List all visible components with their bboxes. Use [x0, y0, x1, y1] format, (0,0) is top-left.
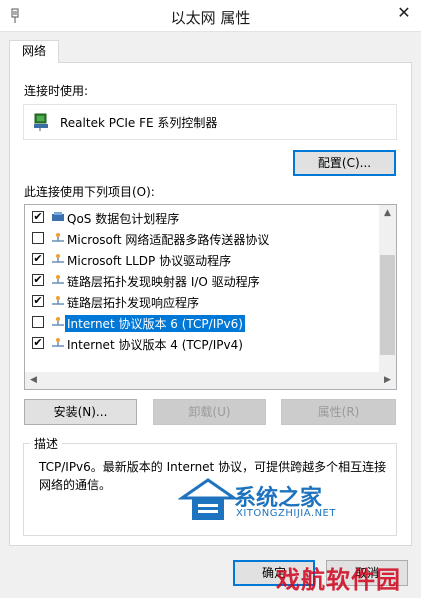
checkbox[interactable]: ✔ — [32, 295, 44, 307]
qos-icon — [52, 212, 64, 221]
checkbox[interactable]: ✔ — [32, 211, 44, 223]
title-bar: 以太网 属性 ✕ — [0, 0, 421, 32]
item-label: 链路层拓扑发现映射器 I/O 驱动程序 — [67, 275, 260, 289]
scroll-thumb[interactable] — [380, 255, 395, 355]
items-list[interactable]: ✔ QoS 数据包计划程序 Microsoft 网络适配器多路传送器协议 ✔ M… — [24, 204, 397, 390]
description-text: TCP/IPv6。最新版本的 Internet 协议，可提供跨越多个相互连接网络… — [39, 460, 387, 492]
checkbox[interactable]: ✔ — [32, 253, 44, 265]
item-label: Internet 协议版本 6 (TCP/IPv6) — [64, 314, 246, 333]
network-protocol-icon — [52, 275, 64, 284]
description-title: 描述 — [30, 435, 63, 452]
item-label: Internet 协议版本 4 (TCP/IPv4) — [67, 338, 243, 352]
network-protocol-icon — [52, 338, 64, 347]
network-adapter-icon — [34, 113, 48, 131]
adapter-name: Realtek PCIe FE 系列控制器 — [60, 116, 218, 130]
vertical-scrollbar[interactable]: ▲ — [379, 205, 396, 372]
checkbox[interactable] — [32, 232, 44, 244]
items-label: 此连接使用下列项目(O): — [24, 185, 155, 199]
list-item[interactable]: ✔ Microsoft LLDP 协议驱动程序 — [25, 249, 381, 270]
connect-using-label: 连接时使用: — [24, 84, 89, 98]
item-label: Microsoft LLDP 协议驱动程序 — [67, 254, 232, 268]
scroll-left-icon[interactable]: ◀ — [25, 372, 42, 389]
cancel-button[interactable]: 取消 — [326, 560, 408, 586]
install-button[interactable]: 安装(N)... — [24, 399, 137, 425]
list-item[interactable]: Microsoft 网络适配器多路传送器协议 — [25, 228, 381, 249]
list-item[interactable]: ✔ 链路层拓扑发现映射器 I/O 驱动程序 — [25, 270, 381, 291]
window-title: 以太网 属性 — [170, 9, 251, 27]
close-icon: ✕ — [397, 3, 411, 22]
adapter-box: Realtek PCIe FE 系列控制器 — [23, 104, 397, 140]
list-item-selected[interactable]: Internet 协议版本 6 (TCP/IPv6) — [25, 312, 381, 333]
scroll-up-icon[interactable]: ▲ — [379, 205, 396, 222]
item-label: QoS 数据包计划程序 — [67, 212, 180, 226]
tab-network[interactable]: 网络 — [9, 40, 59, 63]
network-protocol-icon — [52, 233, 64, 242]
checkbox[interactable] — [32, 316, 44, 328]
item-label: Microsoft 网络适配器多路传送器协议 — [67, 233, 270, 247]
item-label: 链路层拓扑发现响应程序 — [67, 296, 200, 310]
network-protocol-icon — [52, 254, 64, 263]
properties-button[interactable]: 属性(R) — [281, 399, 396, 425]
network-protocol-icon — [52, 317, 64, 326]
list-item[interactable]: ✔ 链路层拓扑发现响应程序 — [25, 291, 381, 312]
configure-button[interactable]: 配置(C)... — [293, 150, 396, 176]
checkbox[interactable]: ✔ — [32, 274, 44, 286]
horizontal-scrollbar[interactable]: ◀ ▶ — [25, 372, 396, 389]
scroll-right-icon[interactable]: ▶ — [379, 372, 396, 389]
checkbox[interactable]: ✔ — [32, 337, 44, 349]
ok-button[interactable]: 确定 — [233, 560, 315, 586]
list-item[interactable]: ✔ Internet 协议版本 4 (TCP/IPv4) — [25, 333, 381, 354]
uninstall-button[interactable]: 卸载(U) — [153, 399, 266, 425]
list-item[interactable]: ✔ QoS 数据包计划程序 — [25, 207, 381, 228]
network-protocol-icon — [52, 296, 64, 305]
close-button[interactable]: ✕ — [390, 2, 418, 26]
